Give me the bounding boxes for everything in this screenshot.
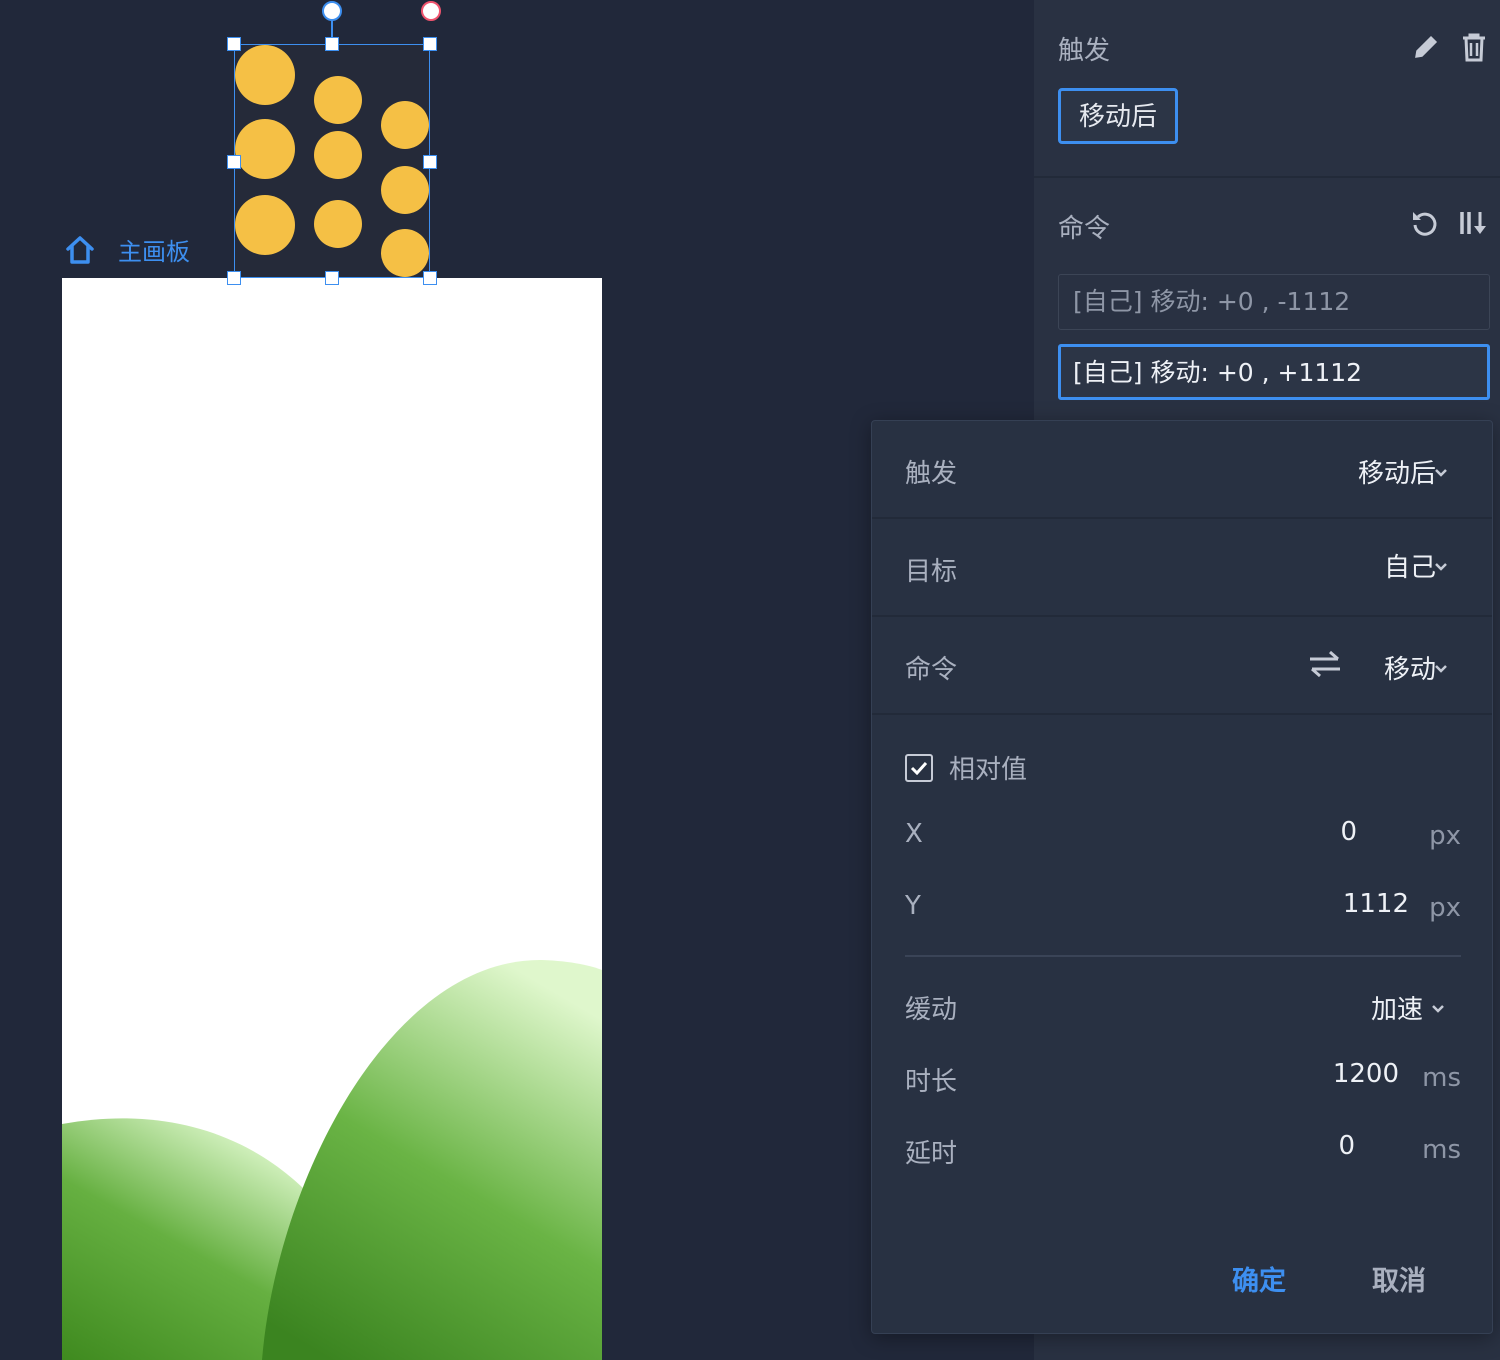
chevron-down-icon[interactable]	[1434, 557, 1448, 576]
artboard-name: 主画板	[118, 238, 190, 266]
delay-unit: ms	[1422, 1135, 1461, 1165]
easing-select-value[interactable]: 加速	[1371, 989, 1423, 1026]
pencil-icon[interactable]	[1412, 33, 1440, 65]
delay-field: 延时 0 ms	[905, 1131, 1461, 1173]
resize-handle-se[interactable]	[423, 271, 437, 285]
duration-unit: ms	[1422, 1063, 1461, 1093]
confirm-button[interactable]: 确定	[1232, 1259, 1286, 1298]
y-input[interactable]: 1112	[1269, 889, 1409, 919]
main-artboard[interactable]	[62, 278, 602, 1360]
target-label: 目标	[905, 557, 958, 587]
command-select-value[interactable]: 移动	[1384, 649, 1436, 686]
trigger-label: 触发	[905, 459, 958, 489]
trash-icon[interactable]	[1460, 32, 1488, 66]
trigger-select-value[interactable]: 移动后	[1358, 453, 1436, 490]
undo-icon[interactable]	[1410, 208, 1438, 242]
resize-handle-ne[interactable]	[423, 37, 437, 51]
resize-handle-n[interactable]	[325, 37, 339, 51]
duration-label: 时长	[905, 1067, 958, 1097]
delay-input[interactable]: 0	[1255, 1131, 1355, 1161]
resize-handle-nw[interactable]	[227, 37, 241, 51]
relative-value-checkbox[interactable]	[905, 753, 933, 782]
cancel-button[interactable]: 取消	[1372, 1259, 1426, 1298]
trigger-toolbar	[1412, 32, 1488, 66]
x-field: X 0 px	[905, 817, 1461, 859]
x-unit: px	[1429, 821, 1461, 851]
y-unit: px	[1429, 893, 1461, 923]
trigger-chip[interactable]: 移动后	[1058, 88, 1179, 144]
relative-value-label: 相对值	[949, 755, 1028, 785]
section-divider	[1034, 176, 1500, 178]
artboard-label[interactable]: 主画板	[64, 232, 190, 267]
command-item[interactable]: [自己] 移动: +0 , -1112	[1058, 274, 1490, 330]
popup-divider	[905, 955, 1461, 957]
swap-icon[interactable]	[1308, 649, 1342, 683]
easing-label: 缓动	[905, 995, 958, 1025]
selected-dots-object[interactable]	[227, 1, 441, 285]
hills-illustration	[62, 959, 602, 1360]
duration-input[interactable]: 1200	[1259, 1059, 1399, 1089]
x-label: X	[905, 819, 923, 849]
chevron-down-icon[interactable]	[1431, 999, 1445, 1018]
trigger-section-title: 触发	[1058, 36, 1111, 66]
resize-handle-sw[interactable]	[227, 271, 241, 285]
relative-value-checkbox-row[interactable]: 相对值	[905, 749, 1027, 786]
sort-icon[interactable]	[1458, 209, 1488, 241]
duration-field: 时长 1200 ms	[905, 1059, 1461, 1101]
dots-pattern	[235, 45, 429, 277]
y-field: Y 1112 px	[905, 889, 1461, 931]
command-editor-popup: 触发 移动后 目标 自己 命令 移动 相对值 X 0 px Y 1112 px …	[871, 420, 1493, 1334]
hill-right	[262, 959, 602, 1360]
command-label: 命令	[905, 655, 958, 685]
home-icon	[64, 235, 96, 265]
delay-label: 延时	[905, 1139, 958, 1169]
command-toolbar	[1410, 208, 1488, 242]
rotation-handle[interactable]	[322, 1, 342, 21]
resize-handle-s[interactable]	[325, 271, 339, 285]
chevron-down-icon[interactable]	[1434, 659, 1448, 678]
resize-handle-w[interactable]	[227, 155, 241, 169]
y-label: Y	[905, 891, 921, 921]
resize-handle-e[interactable]	[423, 155, 437, 169]
chevron-down-icon[interactable]	[1434, 463, 1448, 482]
command-row[interactable]: 命令 移动	[872, 617, 1492, 715]
x-input[interactable]: 0	[1237, 817, 1357, 847]
easing-row[interactable]: 缓动 加速	[905, 989, 1461, 1029]
checkmark-icon	[910, 761, 928, 775]
target-select-value[interactable]: 自己	[1384, 547, 1436, 584]
command-section-title: 命令	[1058, 214, 1111, 244]
trigger-row[interactable]: 触发 移动后	[872, 421, 1492, 519]
target-row[interactable]: 目标 自己	[872, 519, 1492, 617]
anchor-handle[interactable]	[421, 1, 441, 21]
command-item-active[interactable]: [自己] 移动: +0 , +1112	[1058, 344, 1490, 400]
